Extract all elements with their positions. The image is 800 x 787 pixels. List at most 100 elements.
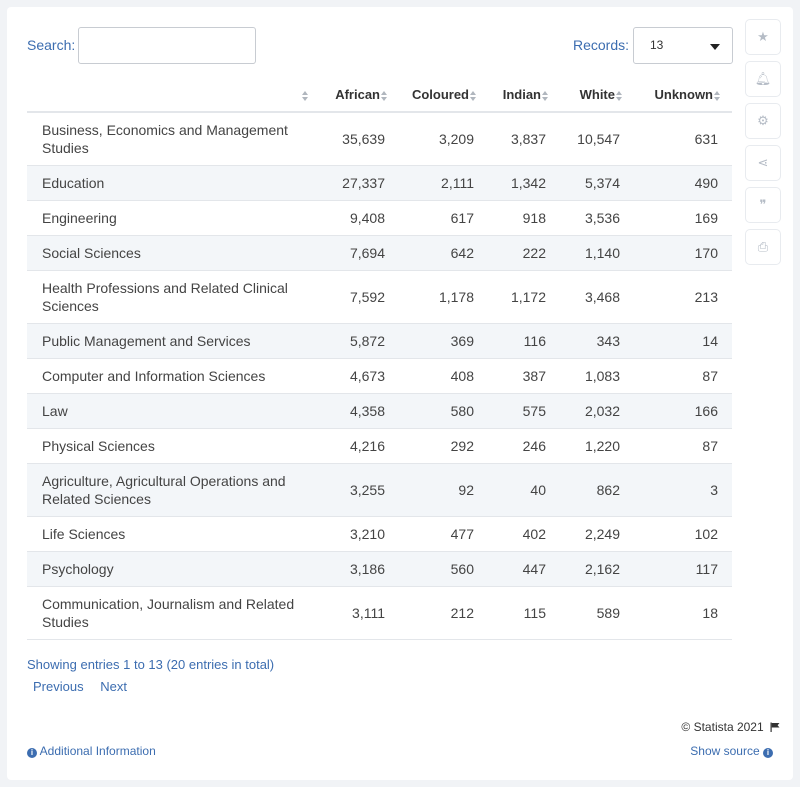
cite-button[interactable]: ❞ xyxy=(746,188,780,222)
table-row: Health Professions and Related Clinical … xyxy=(27,270,732,324)
indian-cell: 115 xyxy=(488,586,560,640)
white-cell: 1,083 xyxy=(560,358,634,394)
flag-icon[interactable] xyxy=(770,722,780,732)
records-select-value: 13 xyxy=(650,38,664,52)
coloured-cell: 580 xyxy=(399,393,488,429)
african-cell: 7,694 xyxy=(320,235,399,271)
table-header-row: African Coloured Indian White Unknown xyxy=(27,78,732,113)
column-header-unknown[interactable]: Unknown xyxy=(634,78,732,113)
settings-button[interactable]: ⚙ xyxy=(746,104,780,138)
coloured-cell: 92 xyxy=(399,463,488,517)
quote-icon: ❞ xyxy=(759,197,767,212)
african-cell: 4,216 xyxy=(320,428,399,464)
indian-cell: 40 xyxy=(488,463,560,517)
column-header-indian[interactable]: Indian xyxy=(488,78,560,113)
white-cell: 10,547 xyxy=(560,112,634,166)
column-header-coloured[interactable]: Coloured xyxy=(399,78,488,113)
table-row: Business, Economics and Management Studi… xyxy=(27,112,732,166)
african-cell: 3,210 xyxy=(320,516,399,552)
category-cell: Communication, Journalism and Related St… xyxy=(27,586,320,640)
data-table: African Coloured Indian White Unknown Bu… xyxy=(27,78,732,640)
white-cell: 589 xyxy=(560,586,634,640)
indian-cell: 222 xyxy=(488,235,560,271)
table-row: Law 4,358 580 575 2,032 166 xyxy=(27,393,732,429)
white-cell: 862 xyxy=(560,463,634,517)
white-cell: 3,468 xyxy=(560,270,634,324)
unknown-cell: 3 xyxy=(634,463,732,517)
table-row: Public Management and Services 5,872 369… xyxy=(27,323,732,359)
table-row: Engineering 9,408 617 918 3,536 169 xyxy=(27,200,732,236)
previous-page-link[interactable]: Previous xyxy=(33,679,84,694)
unknown-cell: 170 xyxy=(634,235,732,271)
favorite-button[interactable]: ★ xyxy=(746,20,780,54)
entries-summary: Showing entries 1 to 13 (20 entries in t… xyxy=(27,657,275,672)
indian-cell: 402 xyxy=(488,516,560,552)
indian-cell: 575 xyxy=(488,393,560,429)
unknown-cell: 18 xyxy=(634,586,732,640)
print-button[interactable]: ⎙ xyxy=(746,230,780,264)
category-cell: Life Sciences xyxy=(27,516,320,552)
star-icon: ★ xyxy=(757,29,769,44)
african-cell: 4,358 xyxy=(320,393,399,429)
side-toolbar: ★ 🔔︎ ⚙ ⋖ ❞ ⎙ xyxy=(746,20,780,272)
white-cell: 3,536 xyxy=(560,200,634,236)
category-cell: Physical Sciences xyxy=(27,428,320,464)
category-cell: Public Management and Services xyxy=(27,323,320,359)
indian-cell: 1,342 xyxy=(488,165,560,201)
additional-information-link[interactable]: i Additional Information xyxy=(27,744,156,758)
african-cell: 9,408 xyxy=(320,200,399,236)
share-button[interactable]: ⋖ xyxy=(746,146,780,180)
coloured-cell: 3,209 xyxy=(399,112,488,166)
table-row: Communication, Journalism and Related St… xyxy=(27,586,732,640)
coloured-cell: 2,111 xyxy=(399,165,488,201)
statista-credit: © Statista 2021 xyxy=(681,720,780,734)
info-icon: i xyxy=(27,748,37,758)
african-cell: 4,673 xyxy=(320,358,399,394)
unknown-cell: 169 xyxy=(634,200,732,236)
indian-cell: 246 xyxy=(488,428,560,464)
category-cell: Social Sciences xyxy=(27,235,320,271)
white-cell: 2,162 xyxy=(560,551,634,587)
coloured-cell: 642 xyxy=(399,235,488,271)
category-cell: Psychology xyxy=(27,551,320,587)
category-cell: Health Professions and Related Clinical … xyxy=(27,270,320,324)
column-header-african[interactable]: African xyxy=(320,78,399,113)
search-label: Search: xyxy=(27,37,76,53)
unknown-cell: 166 xyxy=(634,393,732,429)
unknown-cell: 213 xyxy=(634,270,732,324)
coloured-cell: 212 xyxy=(399,586,488,640)
unknown-cell: 631 xyxy=(634,112,732,166)
gear-icon: ⚙ xyxy=(757,113,769,128)
coloured-cell: 560 xyxy=(399,551,488,587)
indian-cell: 1,172 xyxy=(488,270,560,324)
search-input[interactable] xyxy=(78,27,256,64)
next-page-link[interactable]: Next xyxy=(100,679,127,694)
white-cell: 343 xyxy=(560,323,634,359)
category-cell: Education xyxy=(27,165,320,201)
table-row: Agriculture, Agricultural Operations and… xyxy=(27,463,732,517)
column-header-white[interactable]: White xyxy=(560,78,634,113)
records-select[interactable]: 13 xyxy=(633,27,733,64)
show-source-link[interactable]: Show source i xyxy=(690,744,773,758)
column-header-category[interactable] xyxy=(27,78,320,113)
table-body: Business, Economics and Management Studi… xyxy=(27,112,732,640)
coloured-cell: 292 xyxy=(399,428,488,464)
white-cell: 1,220 xyxy=(560,428,634,464)
category-cell: Business, Economics and Management Studi… xyxy=(27,112,320,166)
african-cell: 3,255 xyxy=(320,463,399,517)
coloured-cell: 408 xyxy=(399,358,488,394)
white-cell: 2,032 xyxy=(560,393,634,429)
bell-icon: 🔔︎ xyxy=(754,71,772,86)
unknown-cell: 490 xyxy=(634,165,732,201)
unknown-cell: 14 xyxy=(634,323,732,359)
table-row: Social Sciences 7,694 642 222 1,140 170 xyxy=(27,235,732,271)
african-cell: 7,592 xyxy=(320,270,399,324)
coloured-cell: 369 xyxy=(399,323,488,359)
table-row: Education 27,337 2,111 1,342 5,374 490 xyxy=(27,165,732,201)
table-row: Life Sciences 3,210 477 402 2,249 102 xyxy=(27,516,732,552)
unknown-cell: 117 xyxy=(634,551,732,587)
notification-button[interactable]: 🔔︎ xyxy=(746,62,780,96)
unknown-cell: 102 xyxy=(634,516,732,552)
african-cell: 27,337 xyxy=(320,165,399,201)
african-cell: 3,111 xyxy=(320,586,399,640)
